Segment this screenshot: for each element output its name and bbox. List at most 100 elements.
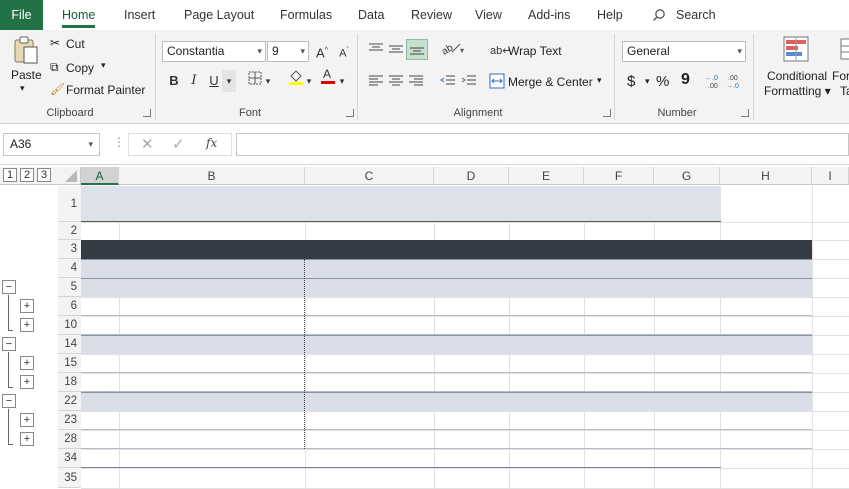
cell-end[interactable] — [509, 373, 580, 392]
cell-budget[interactable] — [720, 392, 808, 411]
column-header-f[interactable]: F — [584, 167, 654, 185]
cell-id[interactable] — [84, 297, 118, 316]
tab-view[interactable]: View — [475, 0, 502, 30]
cell-budget[interactable] — [720, 335, 808, 354]
cell-id[interactable] — [84, 392, 118, 411]
select-all-button[interactable] — [58, 167, 81, 185]
cell-name[interactable] — [129, 373, 311, 392]
cell-name[interactable] — [129, 297, 311, 316]
bold-button[interactable]: B — [163, 70, 185, 92]
copy-dropdown-icon[interactable]: ▾ — [101, 60, 106, 71]
row-header-4[interactable]: 4 — [58, 259, 81, 278]
cell-duration[interactable] — [584, 297, 650, 316]
cell-end[interactable] — [509, 392, 580, 411]
increase-decimal-icon[interactable]: ←.0.00 — [705, 73, 723, 92]
cell-name[interactable] — [129, 354, 311, 373]
row-header-23[interactable]: 23 — [58, 411, 81, 430]
column-header-g[interactable]: G — [654, 167, 720, 185]
search-icon[interactable] — [652, 8, 666, 25]
row-header-15[interactable]: 15 — [58, 354, 81, 373]
tab-add-ins[interactable]: Add-ins — [528, 0, 570, 30]
cell-note[interactable] — [307, 335, 432, 354]
row-header-14[interactable]: 14 — [58, 335, 81, 354]
cell-start[interactable] — [434, 354, 505, 373]
tab-formulas[interactable]: Formulas — [280, 0, 332, 30]
row-header-3[interactable]: 3 — [58, 240, 81, 259]
row-header-5[interactable]: 5 — [58, 278, 81, 297]
currency-button[interactable]: $ — [627, 73, 635, 90]
collapse-group-button[interactable]: − — [2, 394, 16, 408]
tab-file[interactable]: File — [0, 0, 43, 30]
align-right-icon[interactable] — [408, 74, 424, 91]
expand-group-button[interactable]: + — [20, 299, 34, 313]
outline-level-2-button[interactable]: 2 — [20, 168, 34, 182]
cell-start[interactable] — [434, 335, 505, 354]
tab-page-layout[interactable]: Page Layout — [184, 0, 254, 30]
cell-end[interactable] — [509, 316, 580, 335]
cancel-icon[interactable]: ✕ — [141, 135, 154, 153]
conditional-formatting-button[interactable]: Conditional — [767, 69, 827, 83]
cell-note[interactable] — [307, 259, 432, 278]
collapse-group-button[interactable]: − — [2, 337, 16, 351]
column-header-a[interactable]: A — [81, 167, 119, 185]
cell-start[interactable] — [434, 278, 505, 297]
column-header-c[interactable]: C — [305, 167, 434, 185]
row-header-2[interactable]: 2 — [58, 222, 81, 240]
cell-note[interactable] — [307, 373, 432, 392]
cell-end[interactable] — [509, 354, 580, 373]
cell-end[interactable] — [509, 297, 580, 316]
cell-work[interactable] — [654, 373, 716, 392]
font-color-dropdown-icon[interactable]: ▾ — [336, 70, 348, 92]
font-name-select[interactable]: Constantia ▾ — [162, 41, 266, 62]
cell-work[interactable] — [654, 354, 716, 373]
cell-budget[interactable] — [720, 297, 808, 316]
copy-icon[interactable]: ⧉ — [50, 60, 59, 75]
cell-duration[interactable] — [584, 278, 650, 297]
outline-level-3-button[interactable]: 3 — [37, 168, 51, 182]
cell-name[interactable] — [121, 259, 303, 278]
cell-duration[interactable] — [584, 411, 650, 430]
cell-note[interactable] — [307, 411, 432, 430]
borders-dropdown-icon[interactable]: ▾ — [262, 70, 274, 92]
cell-end[interactable] — [509, 430, 580, 449]
cell-id[interactable] — [84, 278, 118, 297]
tab-home[interactable]: Home — [62, 0, 96, 30]
cell-id[interactable] — [84, 259, 118, 278]
align-top-icon[interactable] — [368, 42, 384, 59]
tab-help[interactable]: Help — [597, 0, 623, 30]
cell-work[interactable] — [654, 430, 716, 449]
cut-button[interactable]: Cut — [66, 37, 85, 51]
align-middle-icon[interactable] — [388, 42, 404, 59]
cell-duration[interactable] — [584, 316, 650, 335]
cell-name[interactable] — [121, 278, 303, 297]
merge-dropdown-icon[interactable]: ▾ — [597, 75, 602, 86]
decrease-decimal-icon[interactable]: .00 →.0 — [726, 73, 744, 92]
wrap-text-button[interactable]: Wrap Text — [508, 44, 562, 58]
cell-end[interactable] — [509, 335, 580, 354]
paste-button[interactable]: Paste — [11, 68, 42, 82]
cell-duration[interactable] — [584, 373, 650, 392]
cell-budget[interactable] — [720, 278, 808, 297]
column-header-i[interactable]: I — [812, 167, 849, 185]
italic-button[interactable]: I — [183, 70, 205, 92]
worksheet[interactable]: 1 2 3 ABCDEFGHI 1 2 3 4 5 6 10 14 15 18 22 23 28 34 35… — [0, 165, 849, 489]
column-header-e[interactable]: E — [509, 167, 584, 185]
increase-indent-icon[interactable] — [461, 74, 477, 91]
column-header-b[interactable]: B — [119, 167, 305, 185]
row-header-18[interactable]: 18 — [58, 373, 81, 392]
cell-duration[interactable] — [584, 392, 650, 411]
tab-review[interactable]: Review — [411, 0, 452, 30]
paste-dropdown-icon[interactable]: ▾ — [20, 83, 25, 94]
cell-duration[interactable] — [584, 354, 650, 373]
format-as-table-button[interactable]: For — [832, 69, 849, 83]
search-box[interactable]: Search — [676, 0, 716, 30]
tab-insert[interactable]: Insert — [124, 0, 155, 30]
cell-work[interactable] — [654, 335, 716, 354]
row-header-1[interactable]: 1 — [58, 186, 81, 222]
cell-id[interactable] — [84, 354, 118, 373]
insert-function-button[interactable]: fx — [206, 136, 217, 150]
cell-start[interactable] — [434, 259, 505, 278]
expand-group-button[interactable]: + — [20, 375, 34, 389]
currency-dropdown-icon[interactable]: ▾ — [645, 76, 650, 87]
number-format-select[interactable]: General ▾ — [622, 41, 746, 62]
